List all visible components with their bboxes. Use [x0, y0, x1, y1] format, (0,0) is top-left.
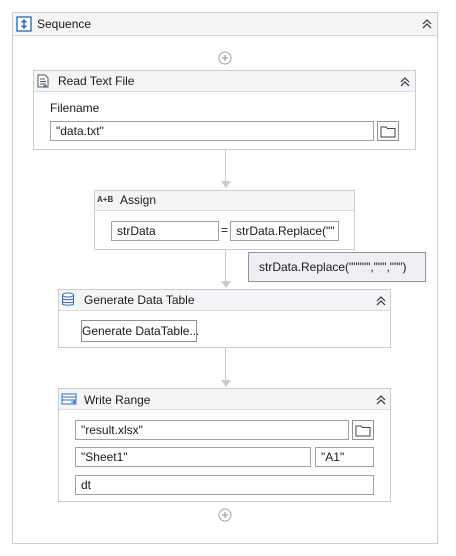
connector-arrow: [221, 281, 231, 288]
datatable-field[interactable]: dt: [75, 475, 374, 495]
assign-equals-sign: =: [221, 223, 229, 237]
read-text-file-title: Read Text File: [58, 74, 135, 88]
generate-data-table-button[interactable]: Generate DataTable...: [81, 320, 199, 342]
sequence-icon: [16, 16, 32, 32]
add-activity-icon[interactable]: [218, 51, 232, 65]
write-range-icon: [61, 392, 77, 406]
write-range-title: Write Range: [84, 393, 151, 407]
filename-field[interactable]: "data.txt": [50, 121, 374, 141]
database-icon: [61, 292, 75, 308]
sequence-collapse-icon[interactable]: [420, 17, 434, 31]
generate-data-table-title: Generate Data Table: [84, 293, 195, 307]
connector-arrow: [221, 181, 231, 188]
start-cell-field[interactable]: "A1": [315, 447, 374, 467]
folder-icon: [355, 423, 371, 437]
generate-data-table-collapse-icon[interactable]: [374, 294, 388, 308]
connector-line: [225, 150, 226, 182]
connector-line: [225, 348, 226, 381]
read-text-file-icon: [36, 74, 50, 88]
sheet-name-field[interactable]: "Sheet1": [75, 447, 311, 467]
filename-browse-button[interactable]: [377, 121, 399, 141]
sequence-title: Sequence: [37, 17, 92, 31]
assign-value-field[interactable]: strData.Replace("": [230, 221, 339, 241]
workbook-browse-button[interactable]: [352, 420, 374, 440]
connector-arrow: [221, 380, 231, 387]
filename-label: Filename: [50, 101, 100, 115]
expression-tooltip: strData.Replace(""""",""","""): [248, 252, 426, 282]
read-text-file-collapse-icon[interactable]: [398, 75, 412, 89]
write-range-collapse-icon[interactable]: [374, 393, 388, 407]
add-activity-icon[interactable]: [218, 508, 232, 522]
assign-icon: A+B: [97, 195, 114, 204]
folder-icon: [380, 124, 396, 138]
assign-title: Assign: [120, 193, 157, 207]
connector-line: [225, 250, 226, 282]
assign-to-field[interactable]: strData: [111, 221, 219, 241]
workbook-path-field[interactable]: "result.xlsx": [75, 420, 349, 440]
